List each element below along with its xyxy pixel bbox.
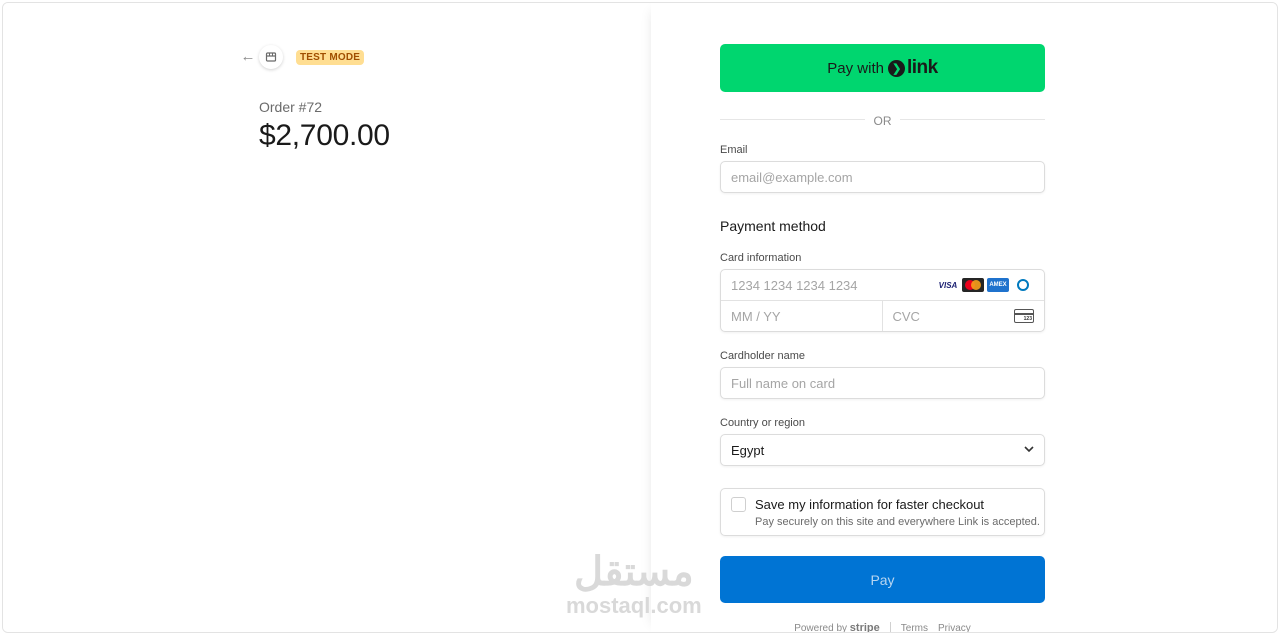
amex-icon: AMEX [987, 278, 1009, 292]
save-info-checkbox[interactable] [731, 497, 746, 512]
card-info-label: Card information [720, 252, 802, 264]
card-input-box: 1234 1234 1234 1234 VISA AMEX MM / YY CV… [720, 269, 1045, 332]
email-field[interactable]: email@example.com [720, 161, 1045, 193]
cardholder-group: Cardholder name Full name on card [720, 350, 1045, 399]
footer-separator [889, 622, 891, 632]
pay-with-label: Pay with [827, 59, 884, 77]
powered-by-label: Powered by [794, 623, 848, 633]
pay-button[interactable]: Pay [720, 556, 1045, 603]
visa-icon: VISA [937, 278, 959, 292]
cvc-field[interactable]: CVC 123 [883, 301, 1045, 331]
expiry-field[interactable]: MM / YY [721, 301, 883, 331]
cardholder-label: Cardholder name [720, 350, 805, 362]
pay-with-link-button[interactable]: Pay with ❯ link [720, 44, 1045, 92]
email-label: Email [720, 144, 748, 156]
payment-pane: Pay with ❯ link OR Email email@example.c… [651, 3, 1277, 632]
link-logo: ❯ link [887, 57, 938, 79]
arrow-left-icon[interactable]: ← [239, 48, 257, 66]
order-label: Order #72 [259, 99, 323, 115]
privacy-link[interactable]: Privacy [938, 623, 971, 633]
link-brand-text: link [906, 57, 938, 78]
or-divider: OR [720, 112, 1045, 128]
cardholder-name-field[interactable]: Full name on card [720, 367, 1045, 399]
divider-line-right [900, 119, 1045, 120]
card-number-placeholder: 1234 1234 1234 1234 [731, 277, 858, 293]
save-info-box: Save my information for faster checkout … [720, 488, 1045, 536]
chevron-down-icon [1024, 444, 1034, 456]
terms-link[interactable]: Terms [901, 623, 928, 633]
diners-club-icon [1012, 278, 1034, 292]
country-select[interactable]: Egypt [720, 434, 1045, 466]
card-brands: VISA AMEX [937, 278, 1034, 292]
card-info-group: Card information 1234 1234 1234 1234 VIS… [720, 252, 1045, 332]
payment-form: Pay with ❯ link OR Email email@example.c… [720, 44, 1045, 633]
divider-line-left [720, 119, 865, 120]
card-row-expiry-cvc: MM / YY CVC 123 [721, 301, 1044, 331]
footer: Powered by stripe Terms Privacy [720, 622, 1045, 633]
mastercard-icon [962, 278, 984, 292]
card-number-field[interactable]: 1234 1234 1234 1234 VISA AMEX [721, 270, 1044, 301]
test-mode-badge: TEST MODE [296, 50, 365, 65]
stripe-logo: stripe [849, 622, 880, 633]
country-group: Country or region Egypt [720, 417, 1045, 466]
order-summary-pane: ← TEST MODE Order #72 $2,700.00 [3, 3, 651, 632]
cvc-card-icon: 123 [1014, 309, 1034, 323]
country-label: Country or region [720, 417, 805, 429]
save-info-subtitle: Pay securely on this site and everywhere… [755, 516, 1040, 528]
email-group: Email email@example.com [720, 144, 1045, 193]
or-text: OR [873, 114, 892, 128]
powered-by-text: Powered by stripe [794, 622, 880, 633]
cvc-placeholder: CVC [892, 308, 920, 324]
store-glyph [265, 52, 277, 62]
store-icon[interactable] [259, 45, 283, 69]
payment-method-title: Payment method [720, 218, 826, 234]
cvc-icon-digits: 123 [1023, 316, 1032, 322]
checkout-frame: ← TEST MODE Order #72 $2,700.00 Pay with… [2, 2, 1278, 633]
country-value: Egypt [731, 442, 765, 458]
link-chevron-icon: ❯ [887, 59, 905, 77]
save-info-title: Save my information for faster checkout [755, 497, 985, 512]
order-amount: $2,700.00 [259, 119, 390, 152]
